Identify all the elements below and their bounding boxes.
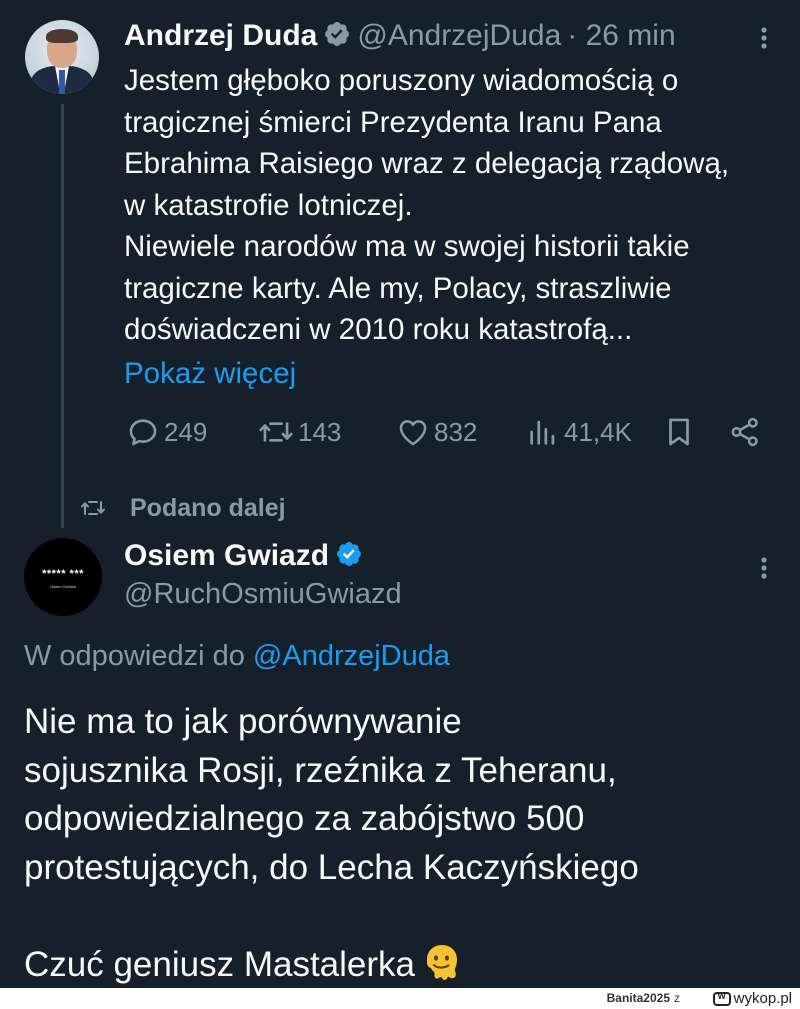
like-button[interactable]: 832 (396, 412, 477, 452)
more-options-icon[interactable] (752, 552, 776, 584)
retweet-button[interactable]: 143 (258, 412, 341, 452)
more-options-icon[interactable] (752, 22, 776, 54)
share-icon (731, 417, 758, 447)
wykop-logo-icon: w (712, 991, 731, 1006)
wykop-site-name: wykop.pl (733, 990, 792, 1007)
verified-badge-icon (325, 22, 350, 47)
retweeted-label: Podano dalej (130, 493, 286, 522)
credit-connector: z (674, 991, 680, 1005)
avatar-stars-text: ***** *** (42, 568, 84, 580)
tweet-header: Andrzej Duda @AndrzejDuda · 26 min (124, 16, 676, 56)
share-button[interactable] (728, 412, 762, 452)
replying-to: W odpowiedzi do @AndrzejDuda (24, 637, 450, 675)
credit-text: Banita2025 z (607, 988, 680, 1009)
tweet-time[interactable]: · 26 min (567, 19, 675, 52)
show-more-link[interactable]: Pokaż więcej (124, 353, 296, 394)
replying-to-mention[interactable]: @AndrzejDuda (253, 640, 450, 672)
credit-user[interactable]: Banita2025 (607, 991, 670, 1005)
reply-author-handle[interactable]: @RuchOsmiuGwiazd (124, 576, 402, 612)
andrzej-duda-avatar[interactable] (25, 20, 99, 94)
verified-badge-blue-icon (337, 542, 362, 567)
watermark-bar: Banita2025 z w wykop.pl (0, 988, 800, 1009)
bookmark-icon (669, 418, 689, 446)
avatar-subtext: Osiem Gwiazd (49, 584, 76, 589)
like-count: 832 (434, 416, 478, 447)
reply-text: Nie ma to jak porównywanie sojusznika Ro… (24, 702, 639, 984)
osiem-gwiazd-avatar[interactable]: ***** *** Osiem Gwiazd (24, 538, 102, 616)
reply-button[interactable]: 249 (126, 412, 207, 452)
bookmark-button[interactable] (662, 412, 696, 452)
melting-face-icon (426, 945, 457, 981)
views-button[interactable]: 41,4K (526, 412, 632, 452)
author-name[interactable]: Andrzej Duda (124, 19, 317, 52)
reply-count: 249 (164, 416, 208, 447)
retweet-icon (259, 422, 293, 442)
reply-author-row: Osiem Gwiazd (124, 536, 369, 576)
views-chart-icon (530, 420, 555, 445)
reply-icon (129, 419, 157, 446)
heart-icon (399, 420, 427, 446)
reply-text-block: Nie ma to jak porównywanie sojusznika Ro… (24, 698, 784, 988)
retweet-count: 143 (298, 416, 342, 447)
wykop-brand[interactable]: w wykop.pl (712, 988, 792, 1009)
retweeted-indicator: Podano dalej (80, 490, 286, 526)
author-handle[interactable]: @AndrzejDuda (357, 19, 561, 52)
replying-to-prefix: W odpowiedzi do (24, 640, 245, 672)
retweet-small-icon (81, 501, 105, 515)
reply-author-name[interactable]: Osiem Gwiazd (124, 539, 329, 572)
tweet-text: Jestem głęboko poruszony wiadomością o t… (124, 64, 730, 346)
tweet-actions: 249 143 832 41,4K (0, 412, 800, 452)
views-count: 41,4K (564, 416, 632, 447)
thread-line (61, 104, 64, 528)
screenshot-area: Andrzej Duda @AndrzejDuda · 26 min Jestem … (0, 0, 800, 988)
